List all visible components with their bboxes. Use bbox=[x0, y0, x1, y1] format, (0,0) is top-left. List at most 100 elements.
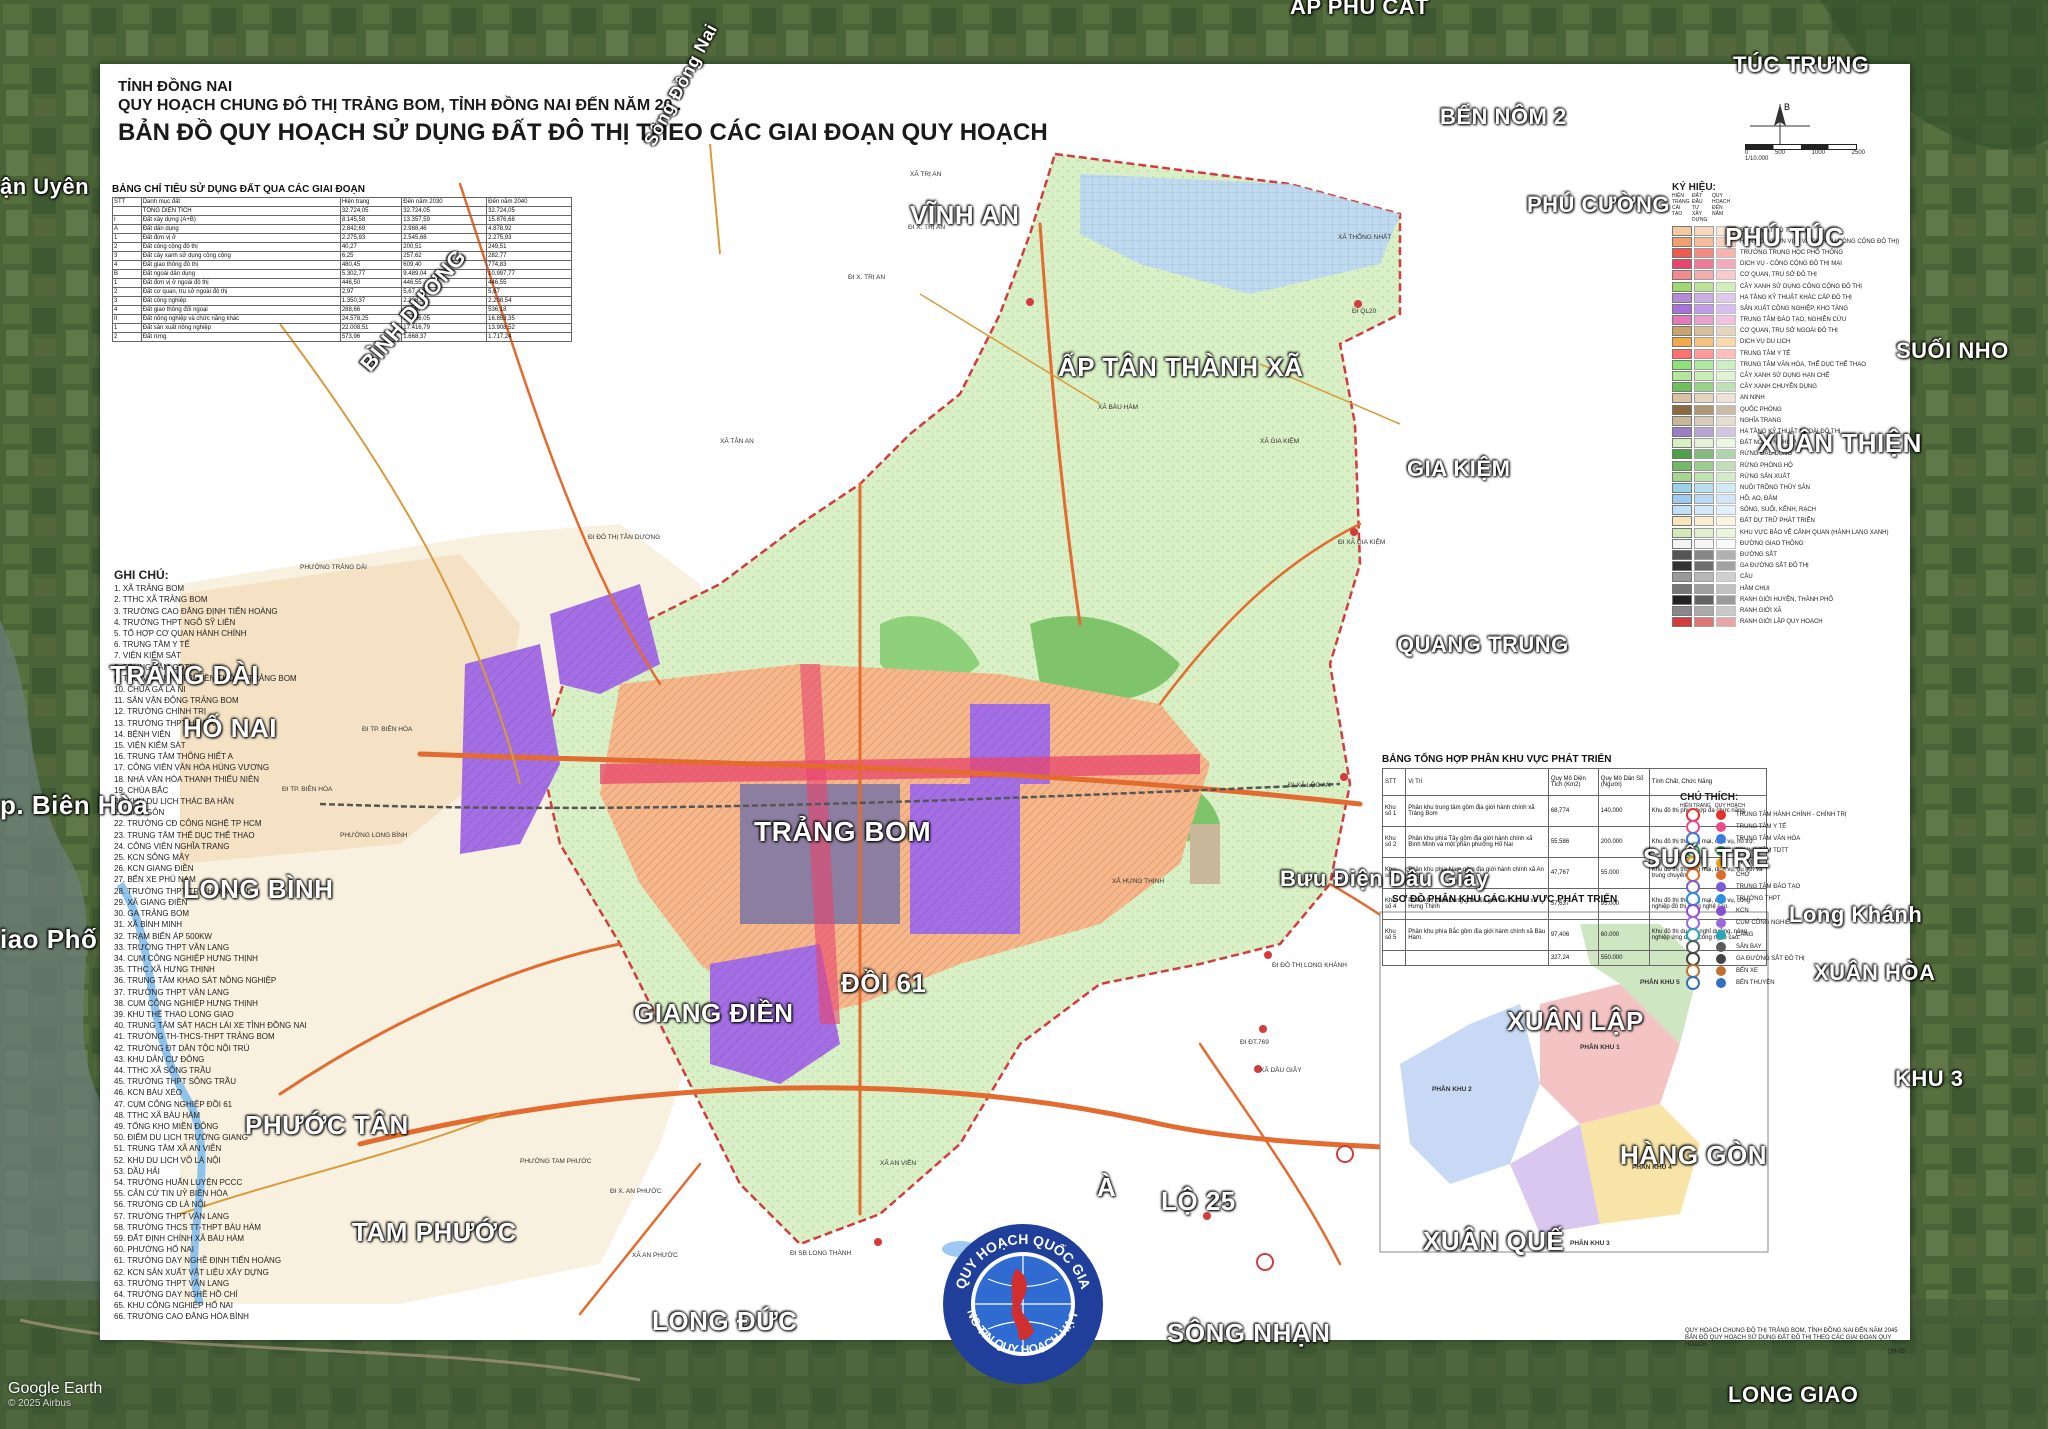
legend-label: DỊCH VỤ DU LỊCH bbox=[1740, 339, 1791, 346]
table-cell: 55,586 bbox=[1547, 826, 1599, 858]
legend-label: TRUNG TÂM VĂN HÓA, THỂ DỤC THỂ THAO bbox=[1740, 361, 1866, 368]
sheet-footer: QUY HOẠCH CHUNG ĐÔ THỊ TRẢNG BOM, TỈNH Đ… bbox=[1685, 1328, 1905, 1356]
legend-swatch bbox=[1716, 359, 1736, 370]
map-label: ĐI XÃ LỘC AN bbox=[1288, 782, 1331, 789]
table-cell: 1 bbox=[112, 278, 142, 288]
legend-label: ĐƯỜNG SẮT bbox=[1740, 552, 1777, 559]
table-cell: B bbox=[112, 269, 142, 279]
table-cell: 550.000 bbox=[1597, 950, 1650, 966]
legend-swatch bbox=[1716, 438, 1736, 449]
legend-swatch bbox=[1672, 527, 1692, 538]
table-cell: 2.842,69 bbox=[339, 224, 403, 234]
legend-swatch bbox=[1716, 404, 1736, 415]
place-label: TAM PHƯỚC bbox=[352, 1217, 517, 1247]
legend-swatch bbox=[1694, 303, 1714, 314]
legend-swatch bbox=[1672, 426, 1692, 437]
legend-swatch bbox=[1694, 337, 1714, 348]
legend-swatch bbox=[1694, 482, 1714, 493]
table-header: Danh mục đất bbox=[140, 197, 341, 207]
map-label: XÃ GIA KIỆM bbox=[1260, 438, 1300, 445]
legend-swatch bbox=[1672, 359, 1692, 370]
note-item: 11. SÂN VẬN ĐỘNG TRẢNG BOM bbox=[114, 696, 239, 706]
table-cell: 774,83 bbox=[486, 260, 572, 270]
scale-tick: 500 bbox=[1774, 150, 1785, 156]
legend-swatch bbox=[1672, 281, 1692, 292]
legend-swatch bbox=[1716, 538, 1736, 549]
legend-label: RANH GIỚI LẬP QUY HOẠCH bbox=[1740, 619, 1823, 626]
legend-swatch bbox=[1716, 527, 1736, 538]
note-item: 23. TRUNG TÂM THỂ DỤC THỂ THAO bbox=[114, 830, 255, 840]
land-table-title: BẢNG CHỈ TIÊU SỬ DỤNG ĐẤT QUA CÁC GIAI Đ… bbox=[112, 184, 365, 195]
note-item: 60. PHƯỜNG HỐ NAI bbox=[114, 1245, 194, 1255]
legend-swatch bbox=[1672, 561, 1692, 572]
symbol-icon bbox=[1716, 918, 1726, 928]
place-label: SÔNG NHẠN bbox=[1167, 1318, 1331, 1348]
symbol-icon bbox=[1716, 822, 1726, 832]
legend-item: ĐƯỜNG SẮT bbox=[1672, 549, 1902, 561]
legend-item: DỊCH VỤ DU LỊCH bbox=[1672, 337, 1902, 348]
zone-label: PHÂN KHU 3 bbox=[1570, 1240, 1610, 1247]
legend-swatch bbox=[1716, 326, 1736, 337]
note-item: 54. TRƯỜNG HUẤN LUYỆN PCCC bbox=[114, 1177, 243, 1187]
legend-swatch bbox=[1672, 505, 1692, 516]
place-label: HÀNG GÒN bbox=[1620, 1140, 1767, 1170]
symbol-label: BẾN THUYỀN bbox=[1736, 980, 1775, 986]
table-row: 4 Đất giao thông đối ngoại 288,66 489,57 536… bbox=[112, 305, 572, 315]
map-label: ĐI XÃ GIA KIỆM bbox=[1338, 539, 1386, 546]
legend-label: HẦM CHUI bbox=[1740, 585, 1770, 592]
note-item: 62. KCN SẢN XUẤT VẬT LIỆU XÂY DỰNG bbox=[114, 1267, 269, 1277]
legend-item: SÔNG, SUỐI, KÊNH, RẠCH bbox=[1672, 505, 1902, 516]
table-cell: Phân khu phía Tây gồm địa giới hành chín… bbox=[1405, 826, 1549, 858]
legend-item: ĐƯỜNG GIAO THÔNG bbox=[1672, 538, 1902, 549]
google-earth-watermark: Google Earth © 2025 Airbus bbox=[8, 1380, 102, 1409]
legend-item: CÂY XANH SỬ DỤNG HẠN CHẾ bbox=[1672, 370, 1902, 382]
legend-swatch bbox=[1672, 259, 1692, 270]
place-label: PHÚ CƯỜNG bbox=[1527, 192, 1670, 217]
table-cell: Khu số 2 bbox=[1381, 826, 1407, 858]
legend-swatch bbox=[1672, 292, 1692, 303]
legend-item: HỒ, AO, ĐẦM bbox=[1672, 494, 1902, 505]
table-cell: 200.000 bbox=[1597, 826, 1650, 858]
legend-swatch bbox=[1694, 315, 1714, 326]
table-cell: 13.908,52 bbox=[486, 323, 572, 333]
legend-swatch bbox=[1672, 315, 1692, 326]
table-row: 3 Đất công nghiệp 1.350,37 2.208,54 2.208,54 bbox=[112, 296, 572, 306]
table-cell: Đất giao thông đối ngoại bbox=[140, 305, 341, 315]
north-arrow-icon: B bbox=[1750, 102, 1810, 146]
symbol-icon bbox=[1686, 976, 1700, 990]
place-label: LONG GIAO bbox=[1728, 1382, 1859, 1407]
map-label: PHƯỜNG TRẢNG DÀI bbox=[300, 564, 367, 571]
legend-swatch bbox=[1694, 236, 1714, 247]
map-label: ĐI QL20 bbox=[1352, 308, 1377, 315]
table-cell: Phân khu phía Bắc gồm địa giới hành chín… bbox=[1405, 919, 1549, 951]
table-cell: Đất cây xanh sử dụng công cộng bbox=[140, 251, 341, 261]
scale-bar: 0 500 1000 2500 1/10.000 bbox=[1745, 144, 1865, 162]
legend-swatch bbox=[1672, 337, 1692, 348]
notes-items: 1. XÃ TRẢNG BOM 2. TTHC XÃ TRẢNG BOM 3. TR… bbox=[114, 583, 314, 1322]
legend-swatch bbox=[1672, 348, 1692, 359]
legend-swatch bbox=[1716, 583, 1736, 594]
table-cell: 16.853,35 bbox=[486, 314, 572, 324]
note-item: 46. KCN BÀU XÉO bbox=[114, 1088, 183, 1098]
map-label: XÃ AN PHƯỚC bbox=[632, 1252, 678, 1259]
table-cell: 2 bbox=[112, 287, 142, 297]
legend-swatch bbox=[1672, 438, 1692, 449]
note-item: 39. KHU THỂ THAO LONG GIAO bbox=[114, 1009, 234, 1019]
legend-swatch bbox=[1716, 494, 1736, 505]
table-cell: 2 bbox=[112, 332, 142, 342]
legend-item: RANH GIỚI XÃ bbox=[1672, 605, 1902, 616]
legend-label: SẢN XUẤT CÔNG NGHIỆP, KHO TÀNG bbox=[1740, 305, 1849, 312]
legend-swatch bbox=[1672, 583, 1692, 594]
note-item: 33. TRƯỜNG THPT VĂN LANG bbox=[114, 942, 230, 952]
note-item: 34. CỤM CÔNG NGHIỆP HƯNG THỊNH bbox=[114, 953, 258, 963]
table-cell: 2.988,46 bbox=[401, 224, 488, 234]
table-cell: Đất nông nghiệp và chức năng khác bbox=[140, 314, 341, 324]
table-cell: 446,50 bbox=[339, 278, 403, 288]
legend-swatch bbox=[1716, 561, 1736, 572]
legend-swatch bbox=[1716, 371, 1736, 382]
note-item: 4. TRƯỜNG THPT NGÔ SỸ LIÊN bbox=[114, 617, 236, 627]
note-item: 53. DẦU HẢI bbox=[114, 1166, 160, 1176]
legend-swatch bbox=[1672, 516, 1692, 527]
note-item: 30. GA TRẢNG BOM bbox=[114, 909, 189, 919]
legend-swatch bbox=[1672, 538, 1692, 549]
